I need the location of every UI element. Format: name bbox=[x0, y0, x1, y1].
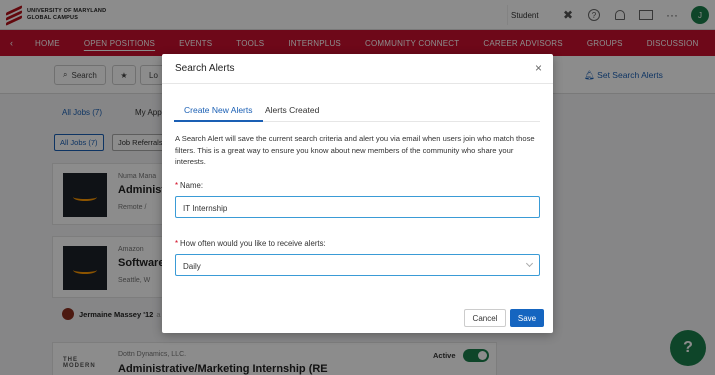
close-icon[interactable]: × bbox=[535, 61, 542, 75]
modal-title: Search Alerts bbox=[175, 63, 235, 74]
modal-tabs: Create New Alerts Alerts Created bbox=[174, 100, 540, 122]
chevron-down-icon bbox=[525, 259, 534, 268]
cancel-button[interactable]: Cancel bbox=[464, 309, 506, 327]
tab-alerts-created[interactable]: Alerts Created bbox=[265, 105, 319, 122]
search-alerts-modal: Search Alerts × Create New Alerts Alerts… bbox=[162, 54, 553, 333]
frequency-select[interactable]: Daily bbox=[175, 254, 540, 276]
tab-create-new-alerts[interactable]: Create New Alerts bbox=[174, 105, 263, 122]
alert-description: A Search Alert will save the current sea… bbox=[175, 134, 535, 166]
save-button[interactable]: Save bbox=[510, 309, 544, 327]
name-label: * Name: bbox=[175, 181, 204, 190]
alert-name-input[interactable]: IT Internship bbox=[175, 196, 540, 218]
frequency-label: * How often would you like to receive ale… bbox=[175, 239, 326, 248]
